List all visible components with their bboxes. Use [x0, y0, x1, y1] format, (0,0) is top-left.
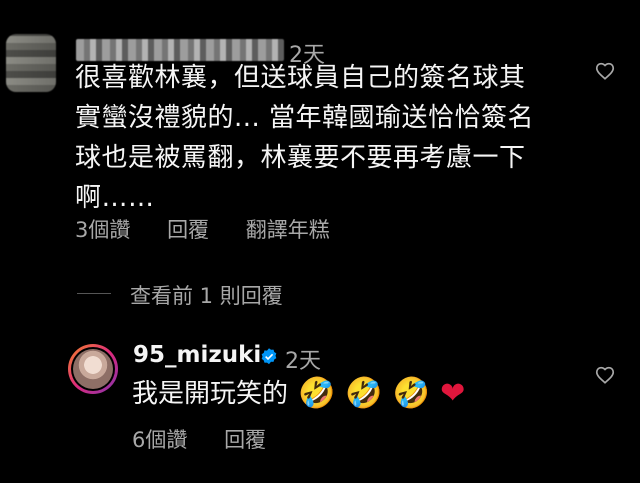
reply-actions: 6個讚 回覆 [132, 424, 296, 454]
view-replies-link[interactable]: 查看前 1 則回覆 [130, 280, 283, 310]
replies-divider [77, 293, 111, 294]
avatar-photo [73, 349, 113, 389]
reply-likes-count[interactable]: 6個讚 [132, 428, 187, 452]
reply-username[interactable]: 95_mizuki [133, 342, 261, 368]
heart-outline-icon[interactable] [594, 364, 616, 386]
comment-actions: 3個讚 回覆 翻譯年糕 [75, 214, 360, 244]
reply-timestamp: 2天 [285, 349, 321, 374]
reply-reply-button[interactable]: 回覆 [224, 428, 266, 452]
reply-text: 我是開玩笑的 [132, 379, 289, 409]
comment-reply-button[interactable]: 回覆 [167, 218, 209, 242]
comment-likes-count[interactable]: 3個讚 [75, 218, 130, 242]
reply-avatar[interactable] [68, 344, 118, 394]
comment-text: 很喜歡林襄，但送球員自己的簽名球其 實蠻沒禮貌的... 當年韓國瑜送恰恰簽名 球… [75, 63, 535, 213]
comment-translate-button[interactable]: 翻譯年糕 [246, 218, 330, 242]
commenter-avatar[interactable] [6, 34, 56, 92]
rofl-emoji: 🤣 [298, 376, 336, 411]
red-heart-emoji: ❤ [440, 376, 466, 411]
rofl-emoji: 🤣 [345, 376, 383, 411]
verified-badge-icon [261, 348, 277, 365]
heart-outline-icon[interactable] [594, 60, 616, 82]
rofl-emoji: 🤣 [392, 376, 431, 411]
reply-content: 我是開玩笑的 🤣 🤣 🤣 ❤ [132, 377, 465, 411]
